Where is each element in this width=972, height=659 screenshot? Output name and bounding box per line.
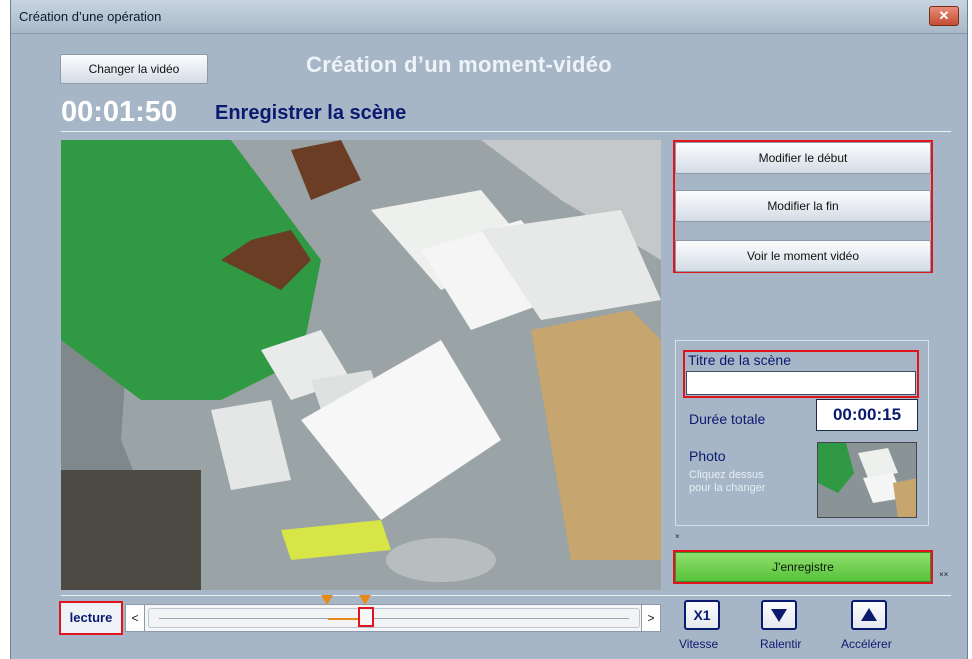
thumbnail-image <box>818 443 916 517</box>
change-video-button[interactable]: Changer la vidéo <box>60 54 208 84</box>
photo-label: Photo <box>689 448 726 464</box>
app-window: Création d’une opération ✕ Changer la vi… <box>10 0 968 659</box>
track-line <box>159 618 629 619</box>
mark-2: ×× <box>939 570 949 579</box>
view-moment-button[interactable]: Voir le moment vidéo <box>675 240 931 272</box>
divider <box>61 595 951 596</box>
close-icon: ✕ <box>938 8 950 23</box>
end-marker-icon[interactable] <box>358 595 371 605</box>
slow-down-button[interactable] <box>761 600 797 630</box>
scene-heading: Enregistrer la scène <box>215 102 407 124</box>
speed-up-button[interactable] <box>851 600 887 630</box>
speed-label: Vitesse <box>679 637 719 651</box>
window-title: Création d’une opération <box>19 9 162 24</box>
slow-down-label: Ralentir <box>760 637 802 651</box>
up-triangle-icon <box>861 608 877 621</box>
speed-button[interactable]: X1 <box>684 600 720 630</box>
duration-label: Durée totale <box>689 411 766 427</box>
photo-hint-line-2: pour la changer <box>689 482 766 494</box>
scene-title-label: Titre de la scène <box>688 352 791 368</box>
photo-hint-line-1: Cliquez dessus <box>689 469 764 481</box>
close-button[interactable]: ✕ <box>929 6 959 26</box>
main-content: Changer la vidéo Création d’un moment-vi… <box>11 34 967 659</box>
title-bar: Création d’une opération ✕ <box>11 0 967 34</box>
timeline-prev-button[interactable]: < <box>126 605 145 631</box>
save-button[interactable]: J'enregistre <box>675 552 931 582</box>
timeline-thumb[interactable] <box>357 607 374 627</box>
modify-end-button[interactable]: Modifier la fin <box>675 190 931 222</box>
timeline-slider[interactable]: < > <box>125 604 661 632</box>
modify-start-button[interactable]: Modifier le début <box>675 142 931 174</box>
mark-1: × <box>675 532 680 541</box>
video-player[interactable] <box>61 140 661 590</box>
divider <box>61 131 951 132</box>
timeline-track[interactable] <box>148 607 640 628</box>
timeline-next-button[interactable]: > <box>641 605 660 631</box>
timecode-display: 00:01:50 <box>61 96 178 128</box>
page-title: Création d’un moment-vidéo <box>306 52 613 77</box>
start-marker-icon[interactable] <box>321 595 334 605</box>
photo-thumbnail[interactable] <box>817 442 917 518</box>
scene-title-input[interactable] <box>686 371 916 395</box>
playback-mode-button[interactable]: lecture <box>59 601 123 635</box>
duration-value: 00:00:15 <box>816 399 918 431</box>
down-triangle-icon <box>771 609 787 622</box>
video-frame-image <box>61 140 661 590</box>
speed-up-label: Accélérer <box>841 637 892 651</box>
